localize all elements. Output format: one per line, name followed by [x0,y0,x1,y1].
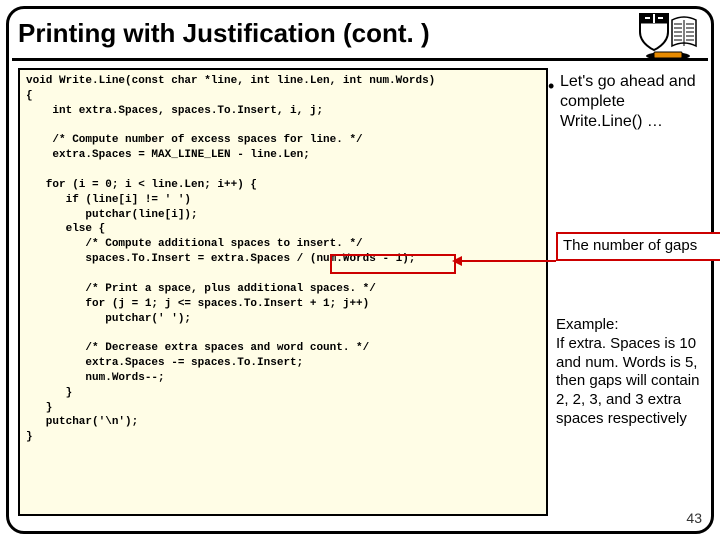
title-divider [12,58,708,61]
bullet-dot-icon: • [548,75,554,98]
page-number: 43 [686,510,702,526]
gaps-callout-text: The number of gaps [563,237,697,254]
slide-title: Printing with Justification (cont. ) [18,18,430,49]
princeton-shield-logo [630,12,700,62]
code-block: void Write.Line(const char *line, int li… [18,68,548,516]
bullet-lets-go: • Let's go ahead and complete Write.Line… [560,72,708,132]
example-text: Example: If extra. Spaces is 10 and num.… [556,316,712,429]
gaps-callout-box: The number of gaps [556,232,720,261]
slide: Printing with Justification (cont. ) voi… [0,0,720,540]
bullet-text: Let's go ahead and complete Write.Line()… [560,73,696,130]
